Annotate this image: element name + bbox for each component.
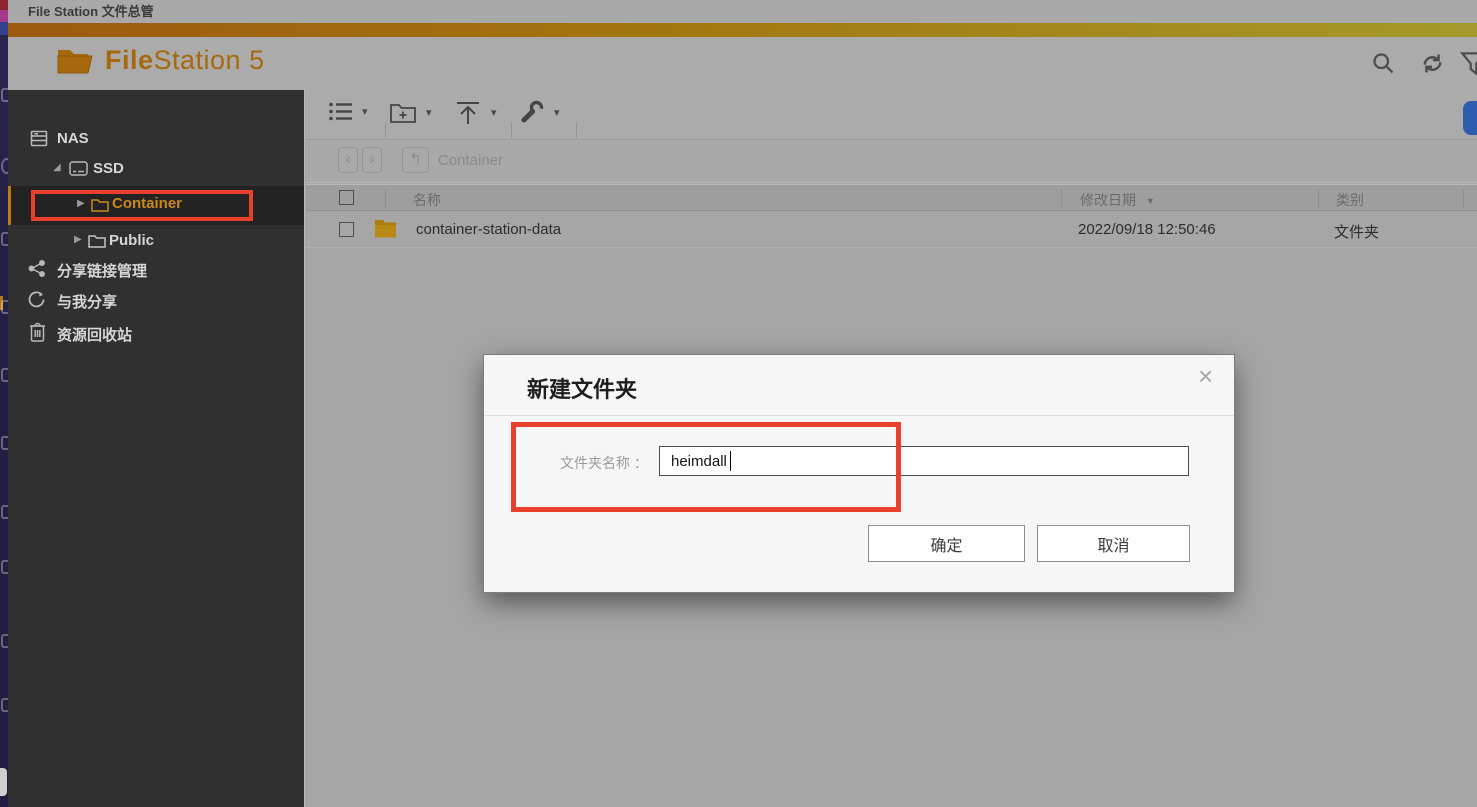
new-folder-icon	[389, 100, 417, 125]
sidebar-item-nas[interactable]: NAS	[8, 126, 304, 153]
breadcrumb-path: Container	[438, 152, 503, 169]
up-level-button[interactable]: ↰	[402, 147, 429, 173]
folder-name-input-wrap	[659, 446, 1189, 476]
folder-icon	[374, 219, 397, 238]
sidebar-item-label: 资源回收站	[57, 324, 132, 345]
sidebar-item-recycle-bin[interactable]: 资源回收站	[8, 318, 304, 348]
clipped-side-button[interactable]	[1463, 101, 1477, 135]
folder-icon	[88, 233, 106, 248]
refresh-icon[interactable]	[1419, 50, 1446, 82]
ok-button[interactable]: 确定	[868, 525, 1025, 562]
sidebar-item-label: Container	[112, 195, 182, 212]
top-gradient-bar	[8, 23, 1477, 37]
shared-with-me-icon	[28, 291, 45, 308]
sort-desc-icon: ▼	[1146, 196, 1155, 206]
sidebar: NAS ◢ SSD ▶ Container ▶ Public	[8, 90, 305, 807]
forward-icon: ›	[369, 151, 374, 168]
forward-button[interactable]: ›	[362, 147, 382, 173]
table-header: 名称 修改日期 ▼ 类别	[306, 184, 1477, 211]
tools-button[interactable]: ▾	[519, 100, 560, 125]
sidebar-item-shared-with-me[interactable]: 与我分享	[8, 287, 304, 314]
dropdown-caret-icon: ▾	[554, 106, 560, 119]
dialog-divider	[484, 415, 1234, 416]
drive-icon	[69, 161, 88, 176]
window-title: File Station 文件总管	[28, 4, 154, 19]
wrench-icon	[519, 100, 545, 125]
search-icon[interactable]	[1370, 50, 1397, 82]
upload-icon	[454, 100, 482, 125]
file-name: container-station-data	[416, 221, 561, 238]
folder-name-input[interactable]	[659, 446, 1189, 476]
create-folder-button[interactable]: ▾	[389, 100, 432, 125]
nas-icon	[30, 130, 48, 147]
cancel-button[interactable]: 取消	[1037, 525, 1190, 562]
sidebar-item-ssd[interactable]: ◢ SSD	[8, 156, 304, 183]
select-all-checkbox[interactable]	[339, 190, 354, 205]
new-folder-dialog: 新建文件夹 × 文件夹名称 ： 确定 取消	[484, 355, 1234, 592]
toolbar: ▾ ▾ ▾ ▾	[306, 90, 1477, 140]
window-titlebar: File Station 文件总管	[8, 0, 1477, 23]
collapsed-triangle-icon[interactable]: ▶	[74, 234, 82, 245]
column-header-type[interactable]: 类别	[1336, 190, 1364, 210]
table-row[interactable]: container-station-data 2022/09/18 12:50:…	[306, 211, 1477, 248]
recycle-bin-icon	[29, 321, 46, 343]
text-cursor	[730, 451, 731, 471]
folder-logo-icon	[57, 46, 95, 76]
dialog-title: 新建文件夹	[527, 372, 637, 404]
expanded-triangle-icon[interactable]: ◢	[53, 162, 61, 173]
file-modified-date: 2022/09/18 12:50:46	[1078, 221, 1216, 238]
dropdown-caret-icon: ▾	[362, 105, 368, 118]
up-arrow-icon: ↰	[409, 151, 422, 168]
folder-name-label: 文件夹名称 ：	[560, 453, 648, 473]
app-title: FileStation 5	[105, 45, 265, 76]
share-icon	[28, 260, 46, 277]
sidebar-item-label: NAS	[57, 130, 89, 147]
column-header-modified[interactable]: 修改日期 ▼	[1080, 190, 1155, 210]
folder-icon	[91, 197, 109, 212]
app-header: FileStation 5	[8, 37, 1477, 90]
sidebar-item-label: 与我分享	[57, 291, 117, 312]
sidebar-item-label: Public	[109, 232, 154, 249]
column-header-name[interactable]: 名称	[413, 190, 441, 210]
sidebar-item-container[interactable]: ▶ Container	[8, 186, 304, 225]
sidebar-item-label: SSD	[93, 160, 124, 177]
back-button[interactable]: ‹	[338, 147, 358, 173]
breadcrumb-bar: ‹ › ↰ Container	[306, 140, 1477, 183]
row-checkbox[interactable]	[339, 222, 354, 237]
list-view-icon	[328, 100, 353, 123]
dropdown-caret-icon: ▾	[426, 106, 432, 119]
close-icon[interactable]: ×	[1198, 363, 1213, 389]
sidebar-item-public[interactable]: ▶ Public	[8, 228, 304, 255]
collapsed-triangle-icon[interactable]: ▶	[77, 198, 85, 209]
background-dock	[0, 0, 8, 807]
dropdown-caret-icon: ▾	[491, 106, 497, 119]
filestation-logo: FileStation 5	[57, 45, 265, 76]
upload-button[interactable]: ▾	[454, 100, 497, 125]
filter-funnel-icon[interactable]	[1460, 50, 1477, 82]
sidebar-item-share-links[interactable]: 分享链接管理	[8, 256, 304, 283]
sidebar-item-label: 分享链接管理	[57, 260, 147, 281]
back-icon: ‹	[345, 151, 350, 168]
view-mode-button[interactable]: ▾	[328, 100, 368, 123]
file-type: 文件夹	[1334, 221, 1379, 242]
